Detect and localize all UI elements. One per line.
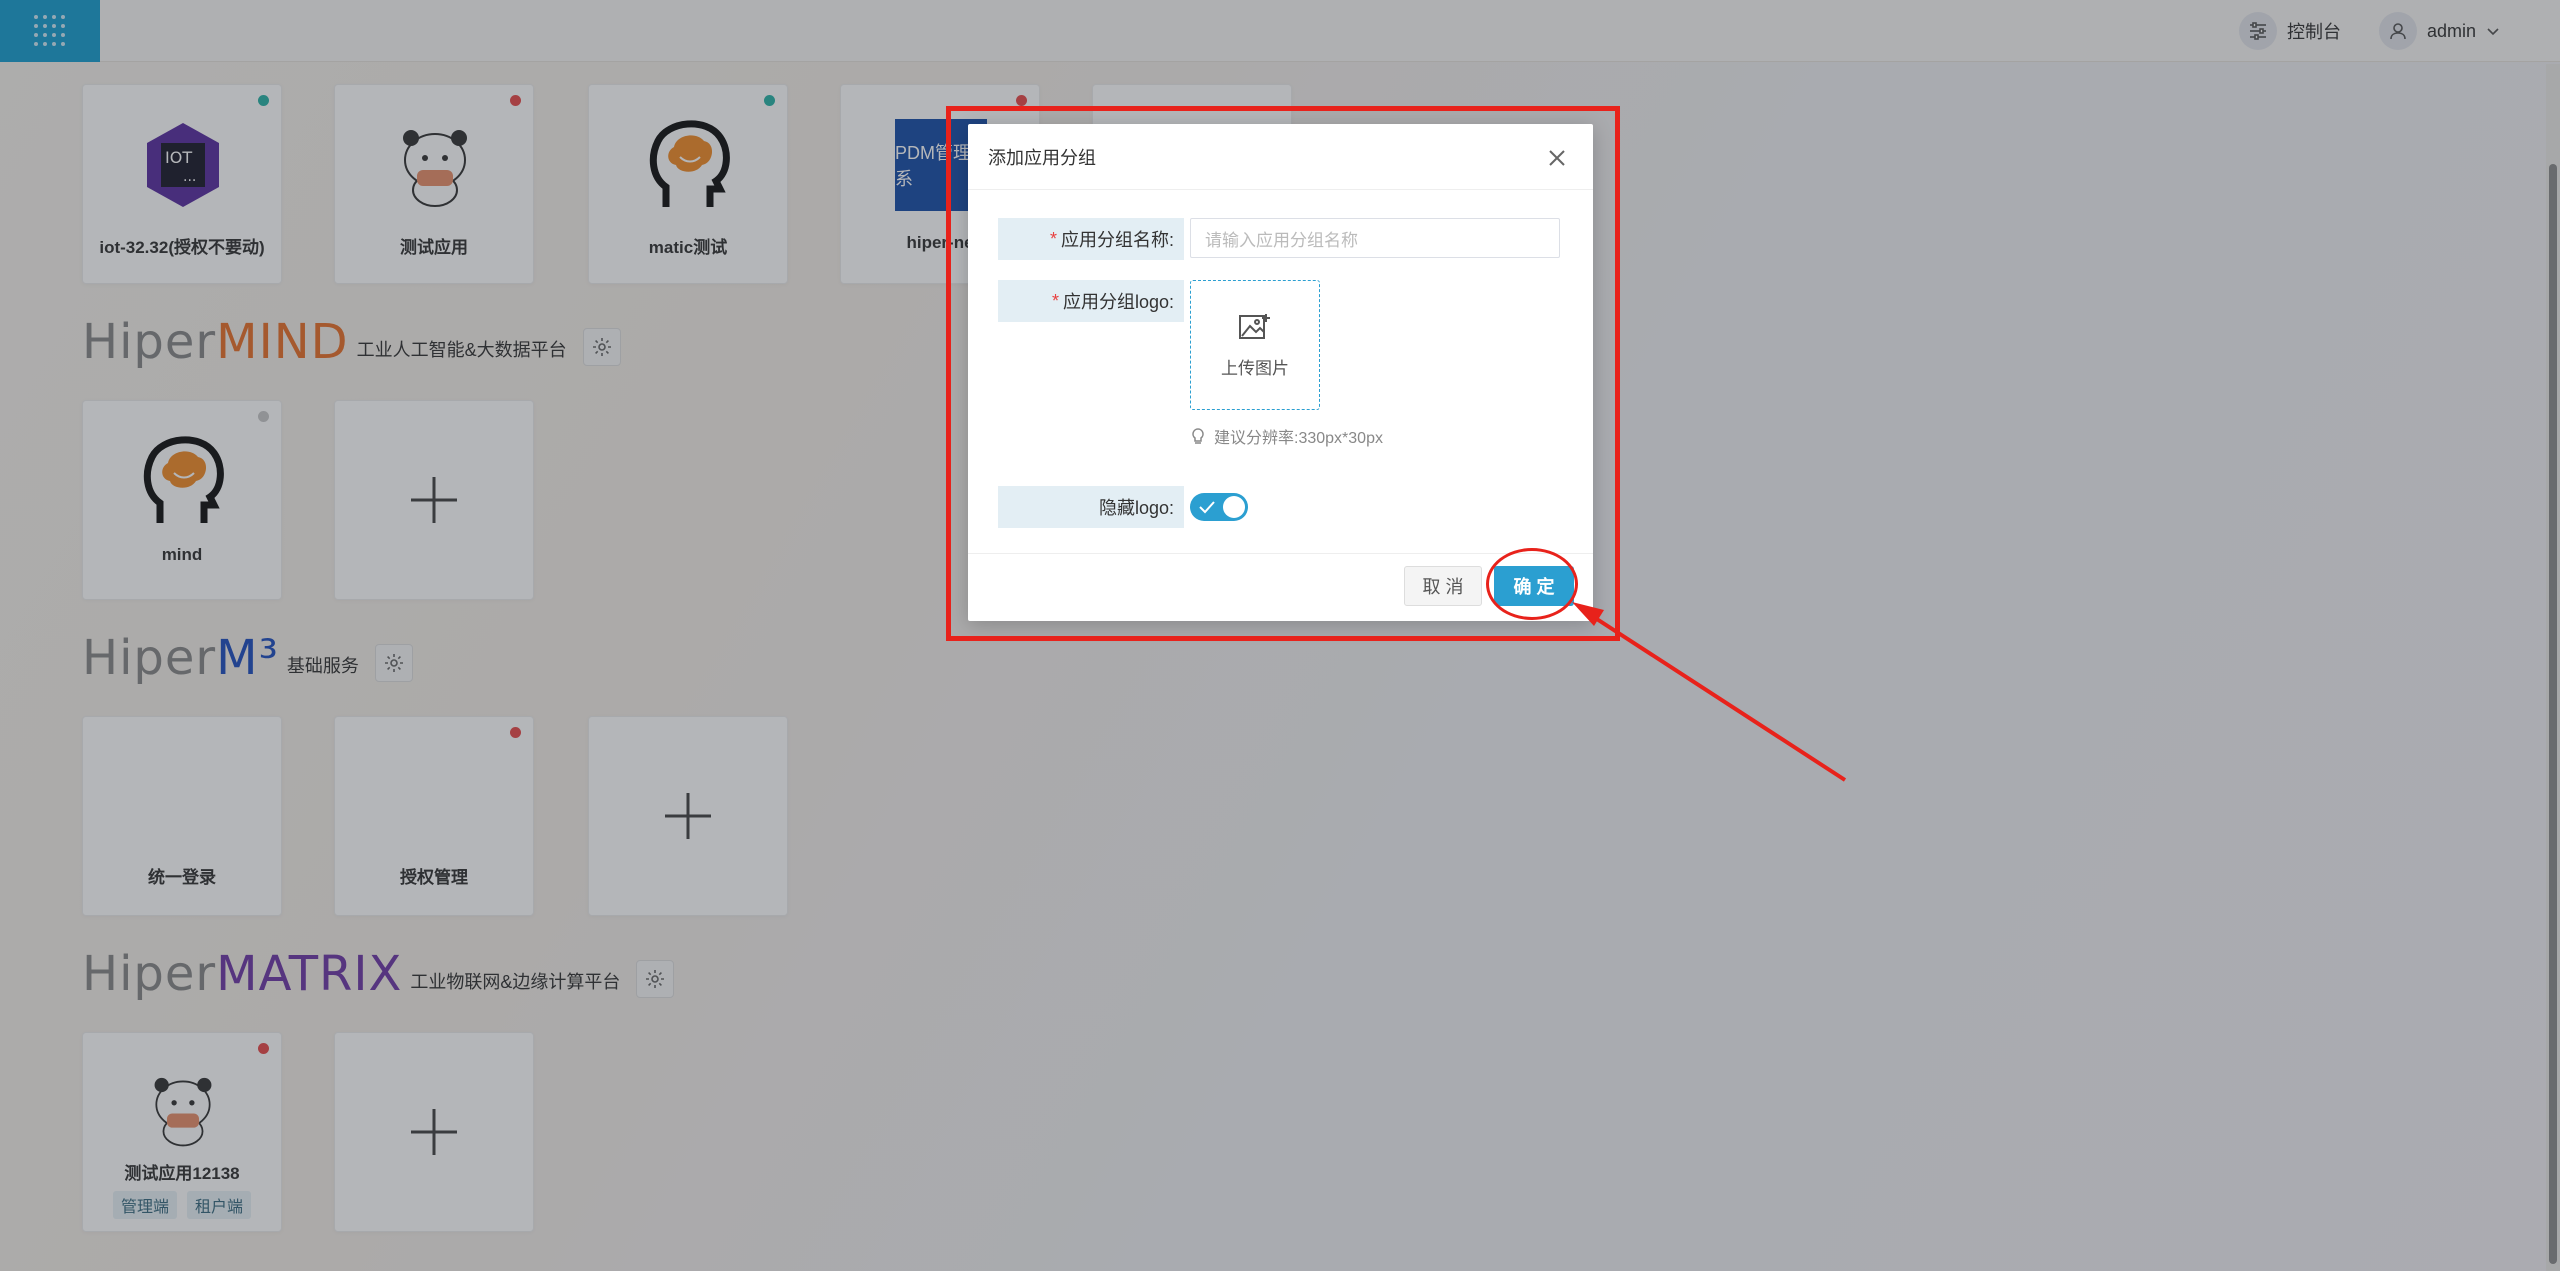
annotation-arrow bbox=[1572, 602, 1847, 782]
